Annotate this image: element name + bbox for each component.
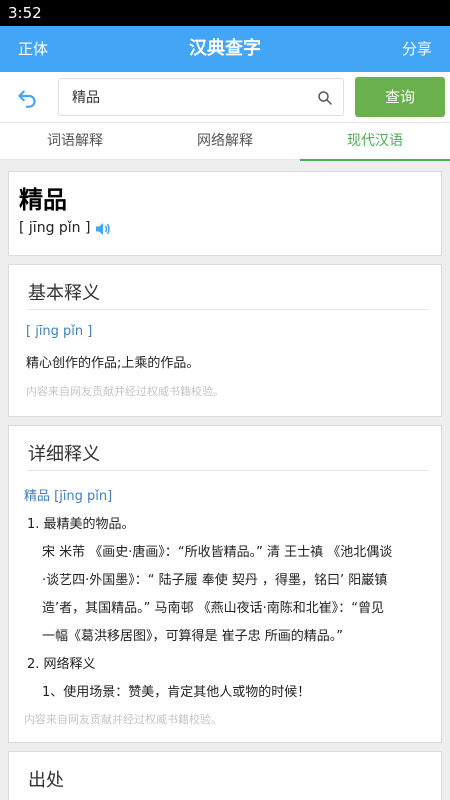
basic-definition-card: 基本释义 [ jīng pǐn ] 精心创作的作品;上乘的作品。 内容来自网友贡… [8,264,442,417]
search-icon[interactable] [317,90,333,106]
query-button[interactable]: 查询 [355,77,445,117]
source-card: 出处 [8,751,442,800]
share-button[interactable]: 分享 [402,26,432,72]
headword-card: 精品 [ jīng pǐn ] [8,171,442,256]
status-time: 3:52 [8,4,42,22]
speaker-icon[interactable] [95,221,111,237]
tab-label: 词语解释 [47,133,103,149]
basic-definition-title: 基本释义 [28,283,100,304]
detail-item-1: 1. 最精美的物品。 [27,517,135,532]
detail-quote-line: 一幅《葛洪移居图》，可算得是 崔子忠 所画的精品。” [42,629,343,644]
tab-modern-chinese[interactable]: 现代汉语 [300,123,450,161]
divider [28,470,429,471]
detail-entry: 精品 [jīng pǐn] [24,489,113,504]
basic-pinyin: [ jīng pǐn ] [26,324,93,339]
app-bar: 正体 汉典查字 分享 [0,26,450,72]
detail-item-2: 2. 网络释义 [27,657,96,672]
detailed-definition-card: 详细释义 精品 [jīng pǐn] 1. 最精美的物品。 宋 米芾 《画史·唐… [8,425,442,743]
divider [28,309,429,310]
status-bar: 3:52 [0,0,450,26]
detail-quote-line: 造’者，其国精品。” 马南邨 《燕山夜话·南陈和北崔》：“曾见 [42,601,384,616]
detail-quote-line: ·谈艺四·外国墨》：“ 陆子履 奉使 契丹 ，得墨，铭曰’ 阳巌镇 [42,573,388,588]
basic-source-note: 内容来自网友贡献并经过权威书籍校验。 [26,385,224,398]
headword-pinyin: [ jīng pǐn ] [19,220,91,236]
app-title: 汉典查字 [189,38,261,59]
tab-web-explanation[interactable]: 网络解释 [150,123,300,161]
basic-definition-text: 精心创作的作品;上乘的作品。 [26,356,200,371]
back-icon[interactable] [14,84,40,110]
tab-label: 现代汉语 [347,133,403,149]
detailed-definition-title: 详细释义 [28,444,100,465]
detail-quote-line: 宋 米芾 《画史·唐画》：“所收皆精品。” 清 王士禛 《池北偶谈 [42,545,393,560]
source-title: 出处 [28,770,64,791]
detail-source-note: 内容来自网友贡献并经过权威书籍校验。 [24,713,222,726]
search-row: 精品 查询 [0,72,450,122]
search-input-value: 精品 [72,90,100,106]
tab-word-explanation[interactable]: 词语解释 [0,123,150,161]
detail-item-2-text: 1、使用场景：赞美，肯定其他人或物的时候！ [42,685,311,700]
active-tab-indicator [300,159,450,161]
tab-label: 网络解释 [197,133,253,149]
tab-bar: 词语解释 网络解释 现代汉语 [0,122,450,161]
search-input[interactable]: 精品 [58,78,344,116]
headword: 精品 [19,186,67,214]
